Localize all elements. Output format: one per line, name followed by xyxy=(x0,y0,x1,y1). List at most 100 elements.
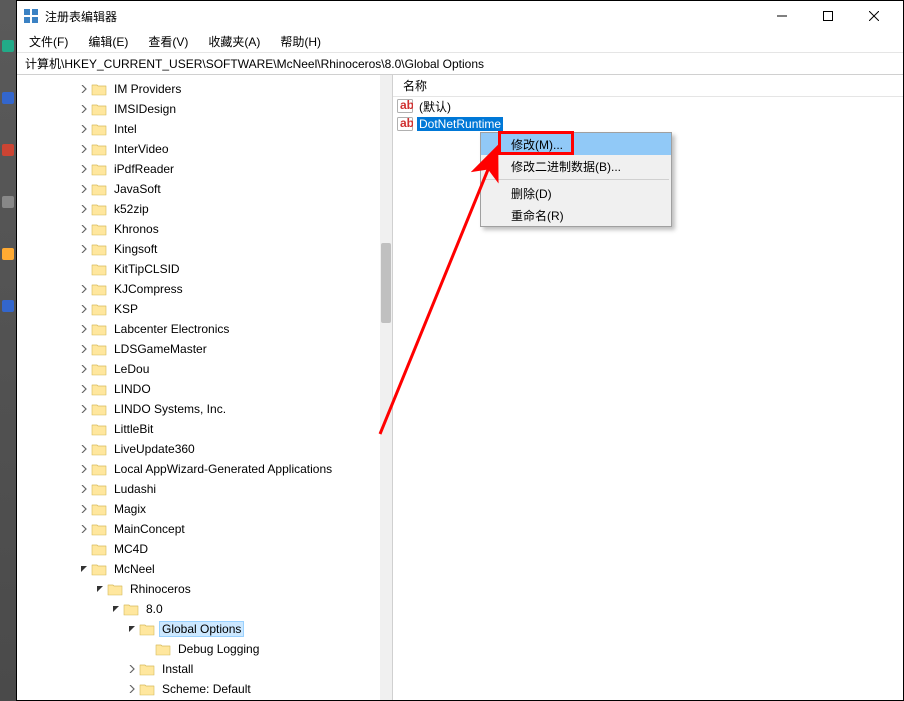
tree-node[interactable]: Global Options xyxy=(17,619,380,639)
tree-node[interactable]: Magix xyxy=(17,499,380,519)
maximize-button[interactable] xyxy=(805,1,851,31)
tree-node[interactable]: Ludashi xyxy=(17,479,380,499)
values-header[interactable]: 名称 xyxy=(393,75,903,97)
tree-node[interactable]: Intel xyxy=(17,119,380,139)
folder-icon xyxy=(91,422,107,436)
chevron-right-icon[interactable] xyxy=(77,162,91,176)
context-menu-item-label: 重命名(R) xyxy=(511,207,564,224)
column-name[interactable]: 名称 xyxy=(397,75,433,96)
chevron-down-icon[interactable] xyxy=(93,582,107,596)
tree-node[interactable]: McNeel xyxy=(17,559,380,579)
chevron-right-icon[interactable] xyxy=(77,402,91,416)
tree-node[interactable]: LeDou xyxy=(17,359,380,379)
menu-favorites[interactable]: 收藏夹(A) xyxy=(200,30,268,53)
chevron-right-icon[interactable] xyxy=(77,302,91,316)
folder-icon xyxy=(91,262,107,276)
tree-node[interactable]: 8.0 xyxy=(17,599,380,619)
tree-node[interactable]: LINDO xyxy=(17,379,380,399)
tree-node[interactable]: LDSGameMaster xyxy=(17,339,380,359)
menu-help[interactable]: 帮助(H) xyxy=(272,30,329,53)
tree-node[interactable]: IM Providers xyxy=(17,79,380,99)
minimize-button[interactable] xyxy=(759,1,805,31)
context-menu-item-label: 删除(D) xyxy=(511,185,552,202)
chevron-right-icon[interactable] xyxy=(77,102,91,116)
folder-icon xyxy=(91,402,107,416)
tree-node[interactable]: Debug Logging xyxy=(17,639,380,659)
tree-node[interactable]: LittleBit xyxy=(17,419,380,439)
chevron-right-icon[interactable] xyxy=(77,342,91,356)
chevron-right-icon[interactable] xyxy=(77,142,91,156)
key-tree[interactable]: IM ProvidersIMSIDesignIntel InterVideo iPd… xyxy=(17,75,380,699)
close-button[interactable] xyxy=(851,1,897,31)
tree-node-label: LINDO xyxy=(111,381,154,397)
context-menu-item[interactable]: 修改(M)... xyxy=(481,133,671,155)
chevron-right-icon[interactable] xyxy=(77,462,91,476)
context-menu-gutter xyxy=(481,155,507,177)
folder-icon xyxy=(91,282,107,296)
tree-node[interactable]: Install xyxy=(17,659,380,679)
tree-node[interactable]: Khronos xyxy=(17,219,380,239)
tree-node[interactable]: Kingsoft xyxy=(17,239,380,259)
folder-icon xyxy=(91,522,107,536)
chevron-right-icon[interactable] xyxy=(77,202,91,216)
tree-node[interactable]: KitTipCLSID xyxy=(17,259,380,279)
menu-file[interactable]: 文件(F) xyxy=(21,30,76,53)
chevron-right-icon[interactable] xyxy=(77,362,91,376)
app-icon xyxy=(23,8,39,24)
tree-node[interactable]: LINDO Systems, Inc. xyxy=(17,399,380,419)
chevron-right-icon[interactable] xyxy=(77,382,91,396)
chevron-right-icon[interactable] xyxy=(77,222,91,236)
chevron-down-icon[interactable] xyxy=(109,602,123,616)
tree-node[interactable]: MainConcept xyxy=(17,519,380,539)
values-list[interactable]: ab(默认)abDotNetRuntime xyxy=(393,97,903,133)
tree-scrollbar[interactable] xyxy=(380,75,392,700)
chevron-right-icon[interactable] xyxy=(125,682,139,696)
chevron-down-icon[interactable] xyxy=(125,622,139,636)
chevron-right-icon[interactable] xyxy=(77,522,91,536)
chevron-right-icon[interactable] xyxy=(77,322,91,336)
value-row[interactable]: ab(默认) xyxy=(393,97,903,115)
tree-node[interactable]: InterVideo xyxy=(17,139,380,159)
tree-node[interactable]: KJCompress xyxy=(17,279,380,299)
chevron-down-icon[interactable] xyxy=(77,562,91,576)
tree-node[interactable]: IMSIDesign xyxy=(17,99,380,119)
chevron-right-icon[interactable] xyxy=(77,502,91,516)
chevron-right-icon[interactable] xyxy=(77,82,91,96)
chevron-right-icon[interactable] xyxy=(125,662,139,676)
folder-icon xyxy=(91,242,107,256)
tree-node[interactable]: k52zip xyxy=(17,199,380,219)
desktop-background xyxy=(0,0,16,701)
chevron-right-icon[interactable] xyxy=(77,122,91,136)
desktop-icon xyxy=(2,92,14,104)
tree-node[interactable]: Local AppWizard-Generated Applications xyxy=(17,459,380,479)
tree-node[interactable]: MC4D xyxy=(17,539,380,559)
tree-node[interactable]: Scheme: Default xyxy=(17,679,380,699)
chevron-right-icon[interactable] xyxy=(77,442,91,456)
menu-edit[interactable]: 编辑(E) xyxy=(80,30,136,53)
chevron-right-icon[interactable] xyxy=(77,242,91,256)
value-row[interactable]: abDotNetRuntime xyxy=(393,115,903,133)
folder-icon xyxy=(91,182,107,196)
string-value-icon: ab xyxy=(397,99,413,113)
folder-icon xyxy=(91,102,107,116)
scrollbar-thumb[interactable] xyxy=(381,243,391,323)
chevron-right-icon[interactable] xyxy=(77,282,91,296)
address-path[interactable]: 计算机\HKEY_CURRENT_USER\SOFTWARE\McNeel\Rh… xyxy=(21,54,899,73)
tree-node[interactable]: iPdfReader xyxy=(17,159,380,179)
menu-view[interactable]: 查看(V) xyxy=(140,30,196,53)
menubar: 文件(F) 编辑(E) 查看(V) 收藏夹(A) 帮助(H) xyxy=(17,31,903,53)
tree-node[interactable]: LiveUpdate360 xyxy=(17,439,380,459)
folder-icon xyxy=(91,382,107,396)
context-menu-item[interactable]: 删除(D) xyxy=(481,182,671,204)
tree-node[interactable]: KSP xyxy=(17,299,380,319)
tree-node[interactable]: JavaSoft xyxy=(17,179,380,199)
titlebar[interactable]: 注册表编辑器 xyxy=(17,1,903,31)
chevron-right-icon[interactable] xyxy=(77,182,91,196)
tree-node-label: InterVideo xyxy=(111,141,172,157)
context-menu-item[interactable]: 修改二进制数据(B)... xyxy=(481,155,671,177)
tree-node[interactable]: Rhinoceros xyxy=(17,579,380,599)
context-menu-item[interactable]: 重命名(R) xyxy=(481,204,671,226)
chevron-right-icon[interactable] xyxy=(77,482,91,496)
tree-node-label: Labcenter Electronics xyxy=(111,321,232,337)
tree-node[interactable]: Labcenter Electronics xyxy=(17,319,380,339)
